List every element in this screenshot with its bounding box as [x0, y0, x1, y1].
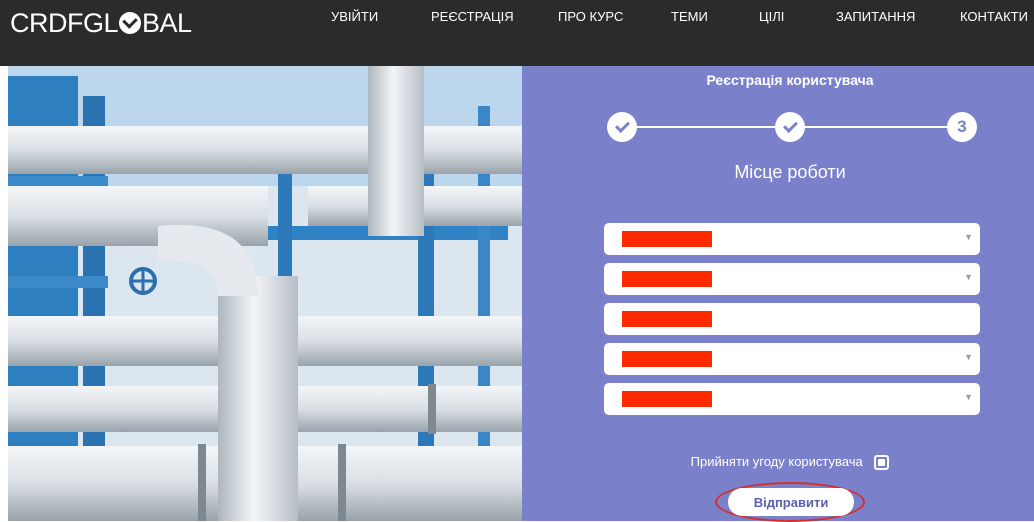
redacted-value	[622, 271, 712, 287]
nav-login[interactable]: УВІЙТИ	[331, 9, 378, 24]
step-2-complete	[775, 112, 805, 142]
step-1-complete	[607, 112, 637, 142]
registration-title: Реєстрація користувача	[706, 72, 874, 88]
registration-panel: Реєстрація користувача 3 Місце роботи ▼ …	[522, 66, 1034, 522]
agreement-label: Прийняти угоду користувача	[690, 454, 863, 469]
nav-topics[interactable]: ТЕМИ	[671, 9, 708, 24]
redacted-value	[622, 311, 712, 327]
step-3-current: 3	[947, 112, 977, 142]
nav-questions[interactable]: ЗАПИТАННЯ	[836, 9, 915, 24]
industrial-pipes-illustration	[8, 66, 522, 521]
agreement-row: Прийняти угоду користувача	[522, 454, 1034, 471]
redacted-value	[622, 231, 712, 247]
workplace-select-3[interactable]: ▼	[604, 343, 980, 375]
workplace-select-2[interactable]: ▼	[604, 263, 980, 295]
nav-registration[interactable]: РЕЄСТРАЦІЯ	[431, 9, 514, 24]
site-header: CRDFGL BAL УВІЙТИ РЕЄСТРАЦІЯ ПРО КУРС ТЕ…	[0, 0, 1034, 66]
nav-about-course[interactable]: ПРО КУРС	[558, 9, 623, 24]
nav-goals[interactable]: ЦІЛІ	[759, 9, 784, 24]
select-caret-icon: ▼	[964, 272, 973, 282]
step-subtitle: Місце роботи	[734, 162, 846, 182]
check-icon	[614, 118, 630, 134]
redacted-value	[622, 351, 712, 367]
check-icon	[782, 118, 798, 134]
submit-button[interactable]: Відправити	[728, 488, 854, 516]
redacted-value	[622, 391, 712, 407]
main-nav: УВІЙТИ РЕЄСТРАЦІЯ ПРО КУРС ТЕМИ ЦІЛІ ЗАП…	[0, 9, 1034, 29]
workplace-select-1[interactable]: ▼	[604, 223, 980, 255]
select-caret-icon: ▼	[964, 352, 973, 362]
step-number: 3	[957, 117, 967, 136]
workplace-select-4[interactable]: ▼	[604, 383, 980, 415]
nav-contacts[interactable]: КОНТАКТИ	[960, 9, 1028, 24]
agreement-checkbox[interactable]	[874, 455, 890, 471]
workplace-text-input[interactable]	[604, 303, 980, 335]
select-caret-icon: ▼	[964, 232, 973, 242]
select-caret-icon: ▼	[964, 392, 973, 402]
hero-image	[8, 66, 522, 521]
